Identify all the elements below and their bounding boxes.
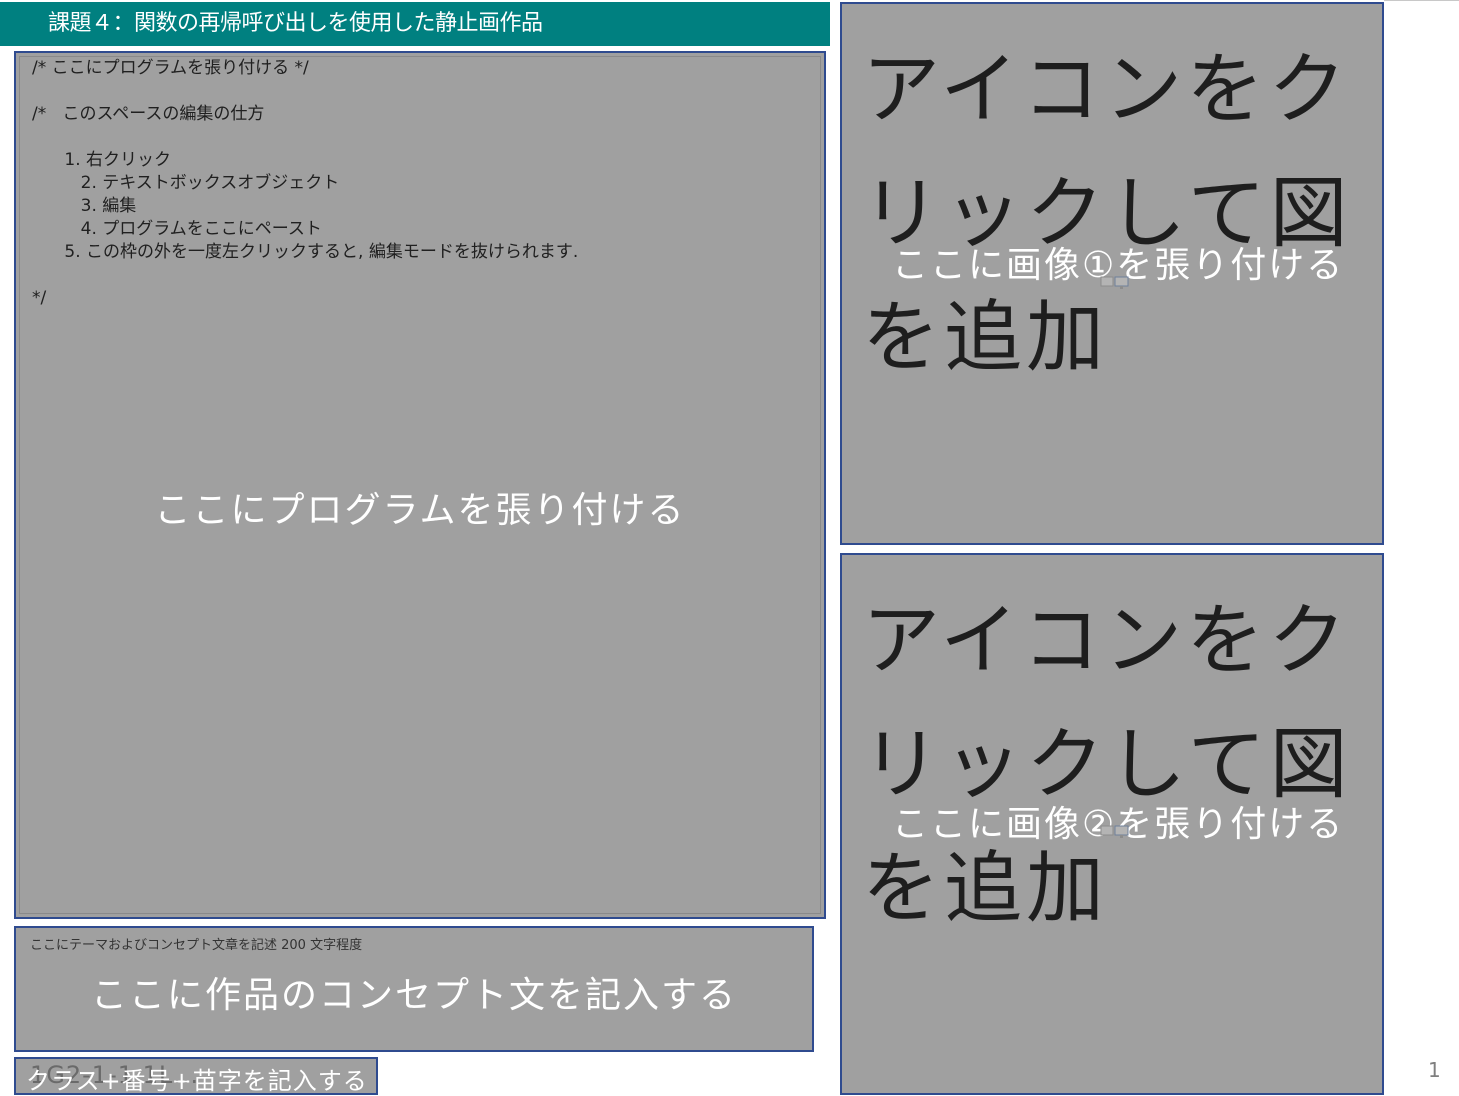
image-placeholder-1[interactable]: アイコンをクリックして図を追加 ここに画像①を張り付ける xyxy=(840,2,1384,545)
picture-placeholder-prompt: アイコンをクリックして図を追加 xyxy=(862,596,1352,934)
concept-hint-text: ここにテーマおよびコンセプト文章を記述 200 文字程度 xyxy=(30,938,363,953)
class-number-name-label: クラス+番号+苗字を記入する xyxy=(26,1067,368,1095)
concept-label: ここに作品のコンセプト文を記入する xyxy=(90,975,737,1016)
picture-placeholder-prompt: アイコンをクリックして図を追加 xyxy=(862,45,1352,383)
insert-picture-icon[interactable] xyxy=(1100,276,1130,290)
program-paste-label: ここにプログラムを張り付ける xyxy=(154,490,686,531)
image-placeholder-2[interactable]: アイコンをクリックして図を追加 ここに画像②を張り付ける xyxy=(840,553,1384,1095)
slide-title[interactable]: 課題４：関数の再帰呼び出しを使用した静止画作品 xyxy=(0,2,830,46)
insert-picture-icon[interactable] xyxy=(1100,825,1130,839)
program-textbox[interactable]: /* ここにプログラムを張り付ける */ /* このスペースの編集の仕方 1. … xyxy=(14,51,826,919)
page-number: 1 xyxy=(1428,1058,1441,1082)
concept-textbox[interactable]: ここにテーマおよびコンセプト文章を記述 200 文字程度 ここに作品のコンセプト… xyxy=(14,926,814,1052)
class-number-name-textbox[interactable]: 1G2-1-1 1L... クラス+番号+苗字を記入する xyxy=(14,1057,378,1095)
slide-edge-line xyxy=(1384,0,1459,1)
program-code-text[interactable]: /* ここにプログラムを張り付ける */ /* このスペースの編集の仕方 1. … xyxy=(32,57,578,310)
image-2-label: ここに画像②を張り付ける xyxy=(892,804,1345,845)
